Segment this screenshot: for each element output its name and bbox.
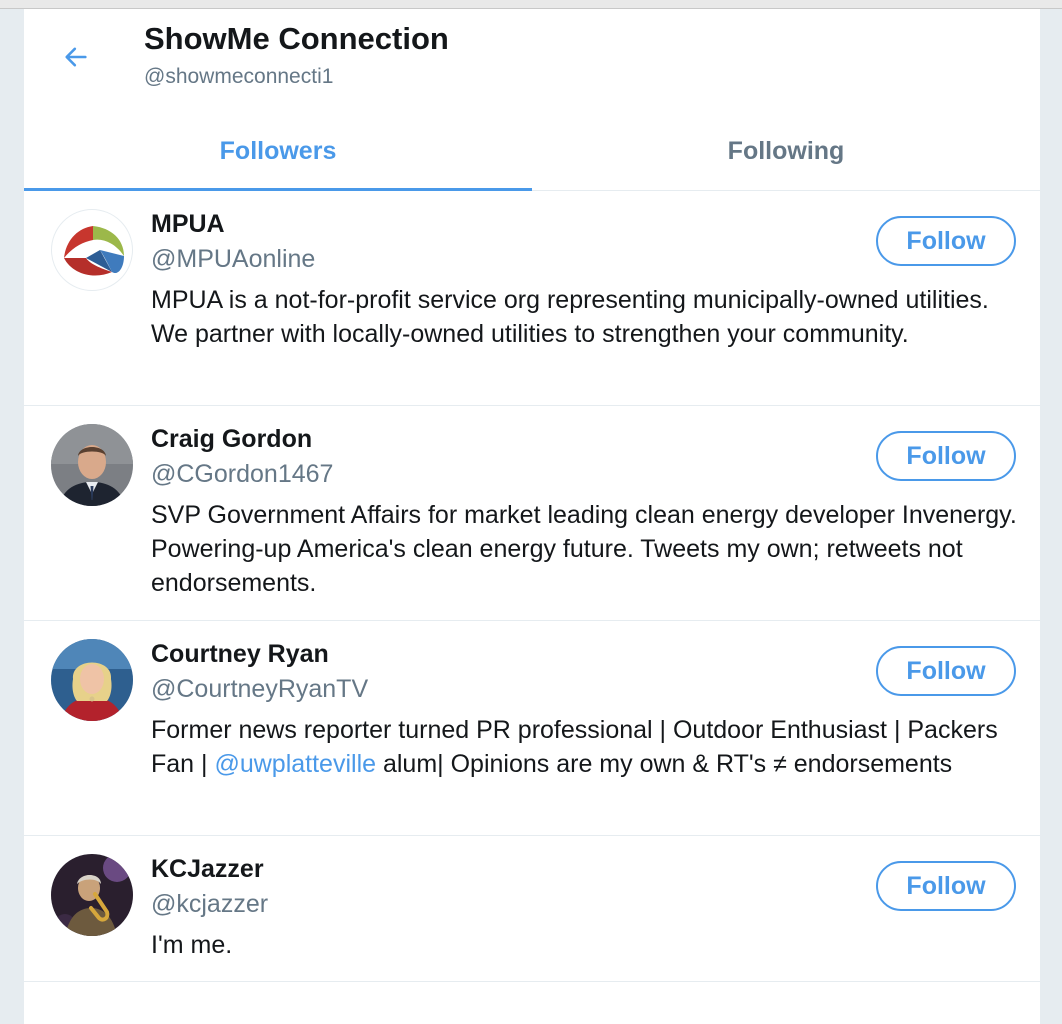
saxophone-player-photo-icon <box>51 854 133 936</box>
tab-following[interactable]: Following <box>532 113 1040 190</box>
person-photo-icon <box>51 639 133 721</box>
user-cell[interactable]: KCJazzer @kcjazzer I'm me. Follow <box>24 836 1040 982</box>
page-title: ShowMe Connection <box>144 21 449 56</box>
follow-button[interactable]: Follow <box>876 646 1016 696</box>
avatar[interactable] <box>51 854 133 936</box>
avatar[interactable] <box>51 209 133 291</box>
user-name[interactable]: Courtney Ryan <box>151 640 329 669</box>
mention-link[interactable]: @uwplatteville <box>214 750 376 778</box>
page-handle: @showmeconnecti1 <box>144 65 334 88</box>
user-handle[interactable]: @CGordon1467 <box>151 460 333 489</box>
browser-top-strip <box>0 0 1062 9</box>
user-handle[interactable]: @MPUAonline <box>151 245 315 274</box>
tab-bar: Followers Following <box>24 113 1040 191</box>
user-handle[interactable]: @CourtneyRyanTV <box>151 675 368 704</box>
user-cell[interactable]: Courtney Ryan @CourtneyRyanTV Former new… <box>24 621 1040 836</box>
followers-panel: ShowMe Connection @showmeconnecti1 Follo… <box>23 9 1041 1024</box>
follow-button[interactable]: Follow <box>876 861 1016 911</box>
bio-text: alum| Opinions are my own & RT's ≠ endor… <box>376 750 953 778</box>
back-button[interactable] <box>58 39 94 75</box>
user-handle[interactable]: @kcjazzer <box>151 890 268 919</box>
user-bio: MPUA is a not-for-profit service org rep… <box>151 286 989 348</box>
person-photo-icon <box>51 424 133 506</box>
avatar[interactable] <box>51 424 133 506</box>
user-name[interactable]: MPUA <box>151 210 225 239</box>
profile-header: ShowMe Connection @showmeconnecti1 <box>24 9 1040 113</box>
tab-followers[interactable]: Followers <box>24 113 532 191</box>
user-bio: Former news reporter turned PR professio… <box>151 713 1031 781</box>
follow-button[interactable]: Follow <box>876 216 1016 266</box>
mpua-logo-icon <box>64 226 124 276</box>
user-bio: I'm me. <box>151 931 233 959</box>
user-name[interactable]: KCJazzer <box>151 855 264 884</box>
follow-button[interactable]: Follow <box>876 431 1016 481</box>
arrow-left-icon <box>65 47 87 67</box>
user-name[interactable]: Craig Gordon <box>151 425 312 454</box>
user-cell[interactable]: MPUA @MPUAonline MPUA is a not-for-profi… <box>24 191 1040 406</box>
user-cell[interactable]: Craig Gordon @CGordon1467 SVP Government… <box>24 406 1040 621</box>
avatar[interactable] <box>51 639 133 721</box>
user-bio: SVP Government Affairs for market leadin… <box>151 501 1017 597</box>
